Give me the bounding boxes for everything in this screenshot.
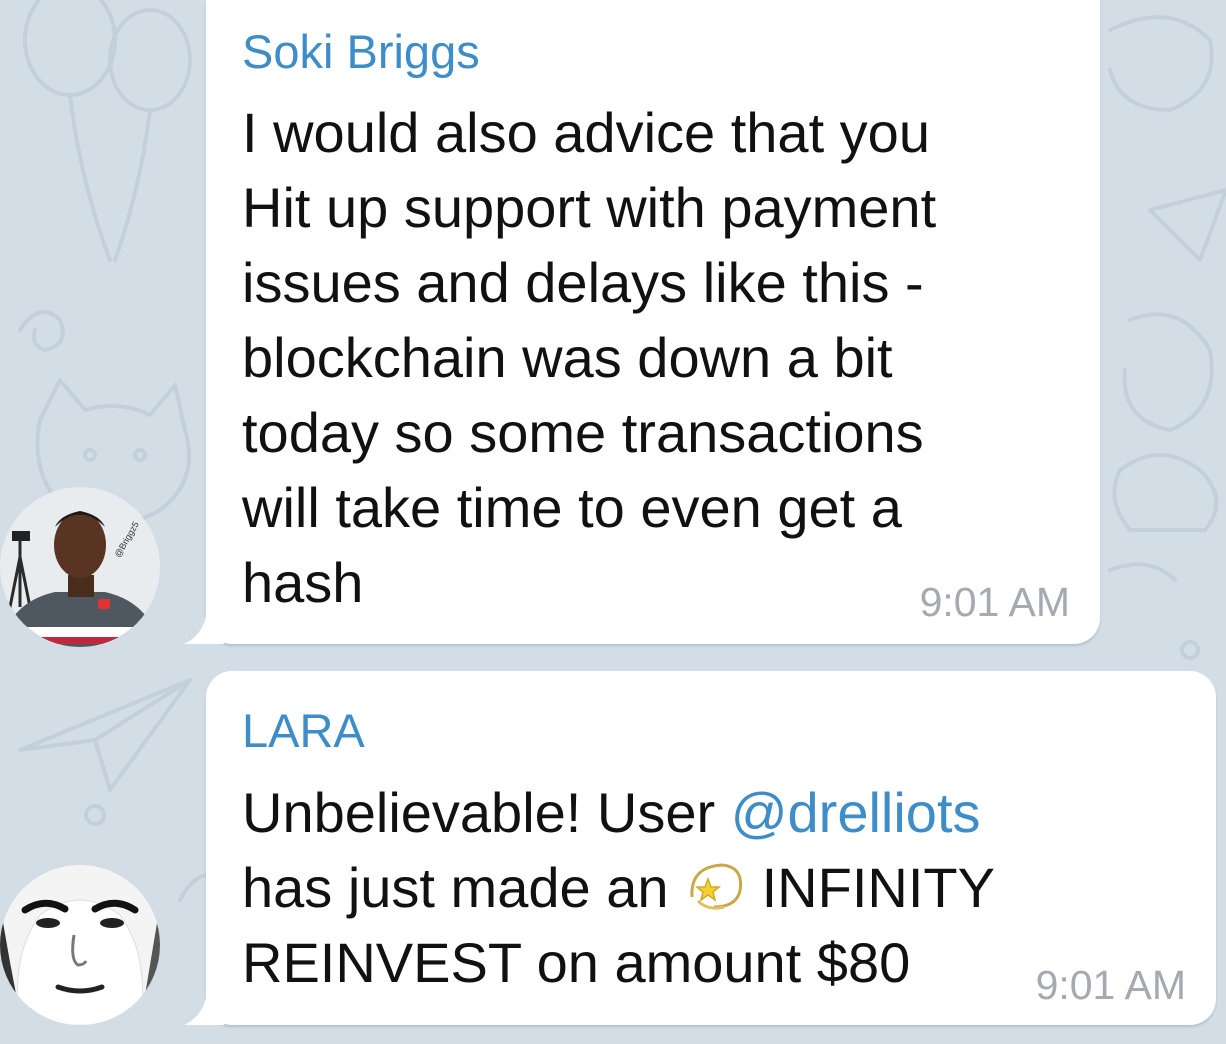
message-text-segment: REINVEST on amount $80 xyxy=(242,931,911,994)
message-bubble-soki-briggs[interactable]: Soki Briggs I would also advice that you… xyxy=(184,0,1100,644)
message-bubble-lara[interactable]: LARA Unbelievable! User @drelliots has j… xyxy=(184,671,1216,1025)
message-text-segment: has just made an xyxy=(242,856,685,919)
message-timestamp: 9:01 AM xyxy=(919,579,1070,625)
message-text-segment: INFINITY xyxy=(746,856,995,919)
message-line-2: has just made an INFINITY xyxy=(242,850,1202,925)
message-text-segment: Unbelievable! User xyxy=(242,781,731,844)
avatar-soki-briggs[interactable]: @Briggz5 xyxy=(0,487,160,647)
sender-name[interactable]: LARA xyxy=(242,703,365,759)
message-line-1: Unbelievable! User @drelliots xyxy=(242,775,1202,850)
user-mention-link[interactable]: @drelliots xyxy=(731,781,981,844)
message-timestamp: 9:01 AM xyxy=(1035,962,1186,1008)
sender-name[interactable]: Soki Briggs xyxy=(242,24,480,80)
bubble-tail xyxy=(184,604,224,644)
message-text: I would also advice that you Hit up supp… xyxy=(242,101,937,614)
dizzy-star-icon xyxy=(690,863,743,910)
bubble-tail xyxy=(184,985,224,1025)
avatar-lara[interactable] xyxy=(0,865,160,1025)
